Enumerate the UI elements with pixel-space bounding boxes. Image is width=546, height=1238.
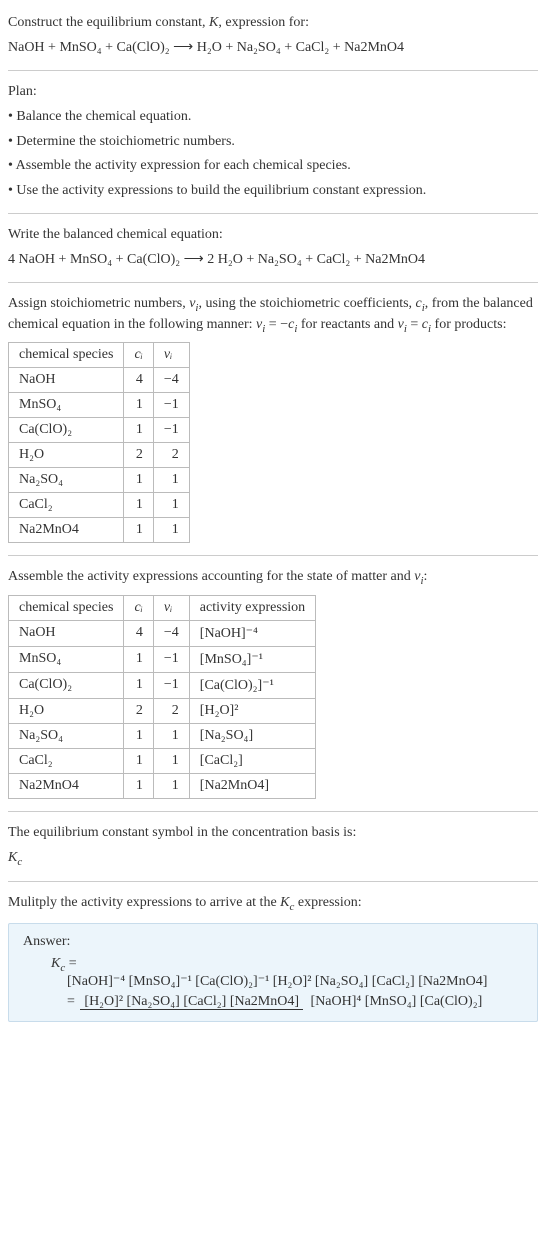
divider xyxy=(8,282,538,283)
table-row: NaOH4−4[NaOH]⁻⁴ xyxy=(9,620,316,646)
plan-heading: Plan: xyxy=(8,83,538,102)
expr-line-2: = [H₂O]² [Na₂SO₄] [CaCl₂] [Na2MnO4] [NaO… xyxy=(67,994,523,1010)
divider xyxy=(8,213,538,214)
intro-k: K xyxy=(209,15,218,30)
divider xyxy=(8,555,538,556)
plan-bullet-4: • Use the activity expressions to build … xyxy=(8,182,538,201)
col-vi: νᵢ xyxy=(153,343,189,368)
table-row: Na₂SO₄11 xyxy=(9,468,190,493)
table-row: Ca(ClO)₂1−1 xyxy=(9,418,190,443)
unbalanced-equation: NaOH + MnSO₄ + Ca(ClO)₂ ⟶ H₂O + Na₂SO₄ +… xyxy=(8,39,538,58)
kc-equals: Kc = xyxy=(51,956,523,974)
table-row: H₂O22[H₂O]² xyxy=(9,698,316,723)
answer-label: Answer: xyxy=(23,934,523,950)
col-ci: cᵢ xyxy=(124,595,153,620)
intro-text-c: , expression for: xyxy=(218,15,309,30)
col-species: chemical species xyxy=(9,343,124,368)
table-row: Na2MnO411[Na2MnO4] xyxy=(9,773,316,798)
expr-line-1: [NaOH]⁻⁴ [MnSO₄]⁻¹ [Ca(ClO)₂]⁻¹ [H₂O]² [… xyxy=(67,973,523,990)
divider xyxy=(8,70,538,71)
intro-text-a: Construct the equilibrium constant, xyxy=(8,15,209,30)
intro-line: Construct the equilibrium constant, K, e… xyxy=(8,14,538,33)
table-row: Na2MnO411 xyxy=(9,518,190,543)
multiply-line: Mulitply the activity expressions to arr… xyxy=(8,894,538,915)
table-row: MnSO₄1−1[MnSO₄]⁻¹ xyxy=(9,646,316,672)
stoich-table: chemical species cᵢ νᵢ NaOH4−4 MnSO₄1−1 … xyxy=(8,342,190,543)
table-row: MnSO₄1−1 xyxy=(9,393,190,418)
balanced-equation: 4 NaOH + MnSO₄ + Ca(ClO)₂ ⟶ 2 H₂O + Na₂S… xyxy=(8,251,538,270)
plan-bullet-1: • Balance the chemical equation. xyxy=(8,108,538,127)
table-row: CaCl₂11[CaCl₂] xyxy=(9,748,316,773)
table-header-row: chemical species cᵢ νᵢ xyxy=(9,343,190,368)
fraction: [H₂O]² [Na₂SO₄] [CaCl₂] [Na2MnO4] [NaOH]… xyxy=(80,994,486,1010)
kc-symbol: Kc xyxy=(8,849,538,870)
answer-box: Answer: Kc = [NaOH]⁻⁴ [MnSO₄]⁻¹ [Ca(ClO)… xyxy=(8,923,538,1022)
fraction-numerator: [H₂O]² [Na₂SO₄] [CaCl₂] [Na2MnO4] xyxy=(80,994,303,1010)
table-header-row: chemical species cᵢ νᵢ activity expressi… xyxy=(9,595,316,620)
activity-heading: Assemble the activity expressions accoun… xyxy=(8,568,538,589)
table-row: Na₂SO₄11[Na₂SO₄] xyxy=(9,723,316,748)
col-vi: νᵢ xyxy=(153,595,189,620)
col-activity: activity expression xyxy=(189,595,315,620)
table-row: Ca(ClO)₂1−1[Ca(ClO)₂]⁻¹ xyxy=(9,672,316,698)
table-row: H₂O22 xyxy=(9,443,190,468)
col-species: chemical species xyxy=(9,595,124,620)
table-row: CaCl₂11 xyxy=(9,493,190,518)
col-ci: cᵢ xyxy=(124,343,153,368)
stoich-intro: Assign stoichiometric numbers, νi, using… xyxy=(8,295,538,336)
table-row: NaOH4−4 xyxy=(9,368,190,393)
balanced-heading: Write the balanced chemical equation: xyxy=(8,226,538,245)
plan-bullet-3: • Assemble the activity expression for e… xyxy=(8,157,538,176)
plan-bullet-2: • Determine the stoichiometric numbers. xyxy=(8,133,538,152)
divider xyxy=(8,811,538,812)
symbol-line: The equilibrium constant symbol in the c… xyxy=(8,824,538,843)
activity-table: chemical species cᵢ νᵢ activity expressi… xyxy=(8,595,316,799)
divider xyxy=(8,881,538,882)
fraction-denominator: [NaOH]⁴ [MnSO₄] [Ca(ClO)₂] xyxy=(307,994,487,1009)
